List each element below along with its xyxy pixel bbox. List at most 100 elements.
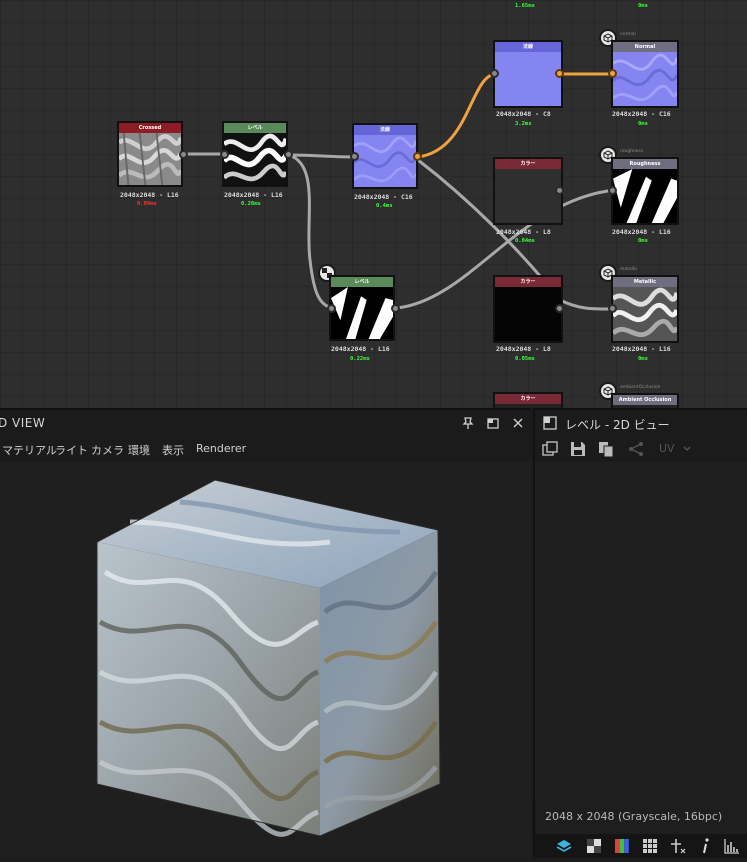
checker-icon[interactable] — [585, 837, 603, 855]
node-thumbnail — [613, 52, 677, 106]
node-normal-mid[interactable]: 法線 — [352, 123, 418, 189]
menu-renderer[interactable]: Renderer — [196, 442, 246, 455]
panel-title: D VIEW — [0, 416, 46, 430]
share-icon[interactable] — [627, 440, 645, 458]
panel-title: レベル - 2D ビュー — [565, 418, 670, 432]
node-levels-2[interactable]: レベル — [329, 275, 395, 341]
node-graph[interactable]: 1.65ms 0ms Crossed 2048x2048 - L16 0.09m… — [0, 0, 747, 408]
panel-titlebar: D VIEW — [0, 410, 531, 436]
2d-canvas[interactable] — [535, 462, 747, 802]
menu-environment[interactable]: 環境 — [128, 442, 150, 458]
node-title: レベル — [224, 123, 286, 133]
node-resolution: 2048x2048 - L16 — [120, 191, 179, 199]
color-channels-icon[interactable] — [613, 837, 631, 855]
node-time: 0.09ms — [137, 201, 157, 207]
node-resolution: 2048x2048 - L16 — [612, 345, 671, 353]
node-thumbnail — [495, 169, 561, 223]
output-identifier: normal — [620, 32, 636, 37]
input-port[interactable] — [490, 69, 499, 78]
node-output-ao[interactable]: Ambient Occlusion — [611, 393, 679, 408]
node-resolution: 2048x2048 - C8 — [496, 110, 551, 118]
histogram-icon[interactable] — [723, 837, 741, 855]
output-port[interactable] — [413, 152, 422, 161]
output-port[interactable] — [555, 304, 564, 313]
node-resolution: 2048x2048 - L8 — [496, 345, 551, 353]
node-thumbnail — [613, 169, 677, 223]
node-thumbnail — [331, 287, 393, 339]
menu-material[interactable]: マテリアル — [2, 442, 57, 458]
2d-view-icon — [543, 416, 557, 430]
node-thumbnail — [495, 52, 561, 106]
node-title: Roughness — [613, 159, 677, 169]
output-port[interactable] — [284, 150, 293, 159]
node-title: カラー — [495, 277, 561, 287]
pin-icon[interactable] — [461, 416, 475, 430]
pivot-icon[interactable] — [669, 837, 687, 855]
menu-display[interactable]: 表示 — [162, 442, 184, 458]
node-title: Ambient Occlusion — [613, 395, 677, 405]
3d-viewport[interactable] — [0, 462, 531, 858]
input-port[interactable] — [608, 69, 617, 78]
input-port[interactable] — [608, 186, 617, 195]
node-uniform-2[interactable]: カラー — [493, 275, 563, 343]
node-title: Normal — [613, 42, 677, 52]
node-thumbnail — [495, 287, 561, 341]
panel-titlebar: レベル - 2D ビュー — [535, 410, 747, 436]
uv-dropdown[interactable]: UV — [659, 442, 675, 455]
node-time: 0ms — [638, 3, 648, 9]
menu-light[interactable]: ライト — [55, 442, 88, 458]
fit-view-icon[interactable] — [541, 440, 559, 458]
rendered-cube — [96, 479, 441, 837]
node-title: Crossed — [119, 123, 181, 133]
node-normal-top[interactable]: 法線 — [493, 40, 563, 108]
2d-view-bottombar — [535, 834, 747, 858]
node-time: 0.22ms — [350, 356, 370, 362]
node-time: 0.04ms — [515, 238, 535, 244]
node-uniform-1[interactable]: カラー — [493, 157, 563, 225]
2d-view-toolbar: UV — [535, 436, 747, 462]
node-uniform-3[interactable]: カラー — [493, 392, 563, 408]
save-icon[interactable] — [569, 440, 587, 458]
node-time: 0ms — [638, 121, 648, 127]
image-info: 2048 x 2048 (Grayscale, 16bpc) — [545, 810, 723, 823]
node-resolution: 2048x2048 - L8 — [496, 228, 551, 236]
node-title: カラー — [495, 394, 561, 404]
output-identifier: metallic — [620, 267, 638, 272]
close-icon[interactable] — [511, 416, 525, 430]
input-port[interactable] — [608, 304, 617, 313]
input-port[interactable] — [327, 304, 336, 313]
wire — [288, 153, 333, 310]
output-port[interactable] — [391, 304, 400, 313]
layers-icon[interactable] — [555, 837, 573, 855]
info-icon[interactable] — [697, 837, 715, 855]
node-resolution: 2048x2048 - C16 — [354, 193, 413, 201]
node-time: 0ms — [638, 356, 648, 362]
node-output-normal[interactable]: Normal — [611, 40, 679, 108]
node-crossed[interactable]: Crossed — [117, 121, 183, 187]
2d-view-panel: レベル - 2D ビュー UV 2048 x 2048 (Grayscale, … — [533, 408, 747, 858]
node-time: 0.05ms — [515, 356, 535, 362]
node-thumbnail — [613, 287, 677, 341]
output-port[interactable] — [555, 69, 564, 78]
node-levels-1[interactable]: レベル — [222, 121, 288, 187]
output-port[interactable] — [555, 186, 564, 195]
wire-active — [417, 72, 497, 159]
maximize-icon[interactable] — [486, 416, 500, 430]
node-time: 3.2ms — [515, 121, 532, 127]
input-port[interactable] — [220, 150, 229, 159]
3d-view-panel: D VIEW マテリアル ライト カメラ 環境 表示 Renderer — [0, 408, 531, 858]
menu-camera[interactable]: カメラ — [91, 442, 124, 458]
node-output-roughness[interactable]: Roughness — [611, 157, 679, 225]
node-thumbnail — [119, 133, 181, 185]
copy-icon[interactable] — [597, 440, 615, 458]
chevron-down-icon[interactable] — [683, 446, 691, 452]
node-resolution: 2048x2048 - C16 — [612, 110, 671, 118]
node-output-metallic[interactable]: Metallic — [611, 275, 679, 343]
node-title: 法線 — [354, 125, 416, 135]
input-port[interactable] — [350, 152, 359, 161]
output-identifier: roughness — [620, 149, 644, 154]
tile-icon[interactable] — [641, 837, 659, 855]
node-title: Metallic — [613, 277, 677, 287]
output-port[interactable] — [179, 150, 188, 159]
node-resolution: 2048x2048 - L16 — [224, 191, 283, 199]
